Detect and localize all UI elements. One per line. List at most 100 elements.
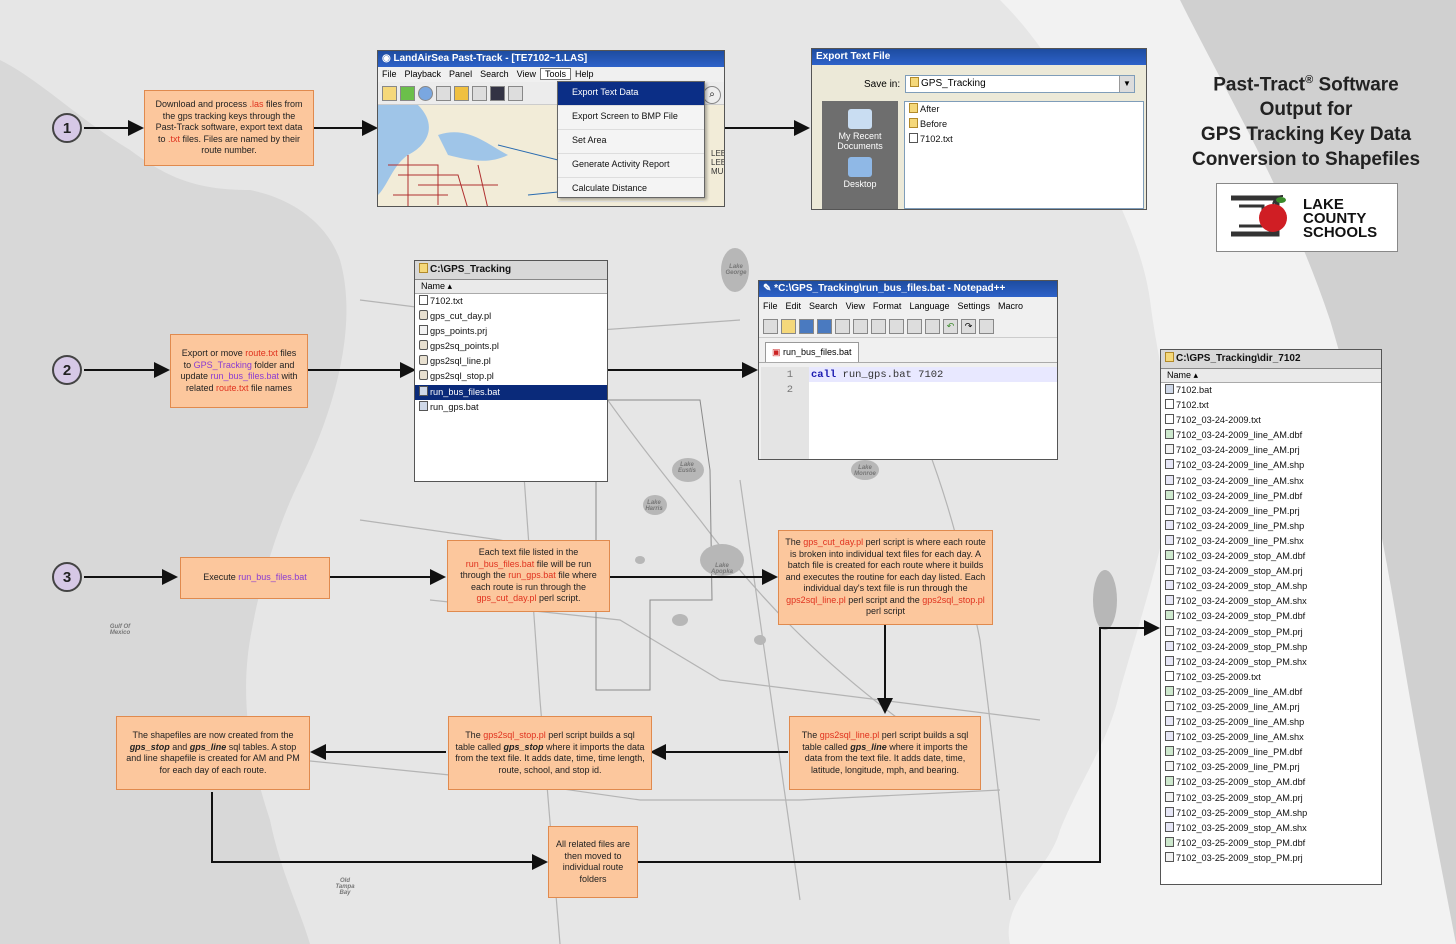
file-row[interactable]: run_gps.bat (415, 400, 607, 415)
menu-item-calculate-distance[interactable]: Calculate Distance (558, 178, 704, 202)
file-row[interactable]: 7102_03-24-2009_stop_PM.shx (1161, 655, 1381, 670)
np-menu-format[interactable]: Format (869, 301, 906, 311)
np-menu-macro[interactable]: Macro (994, 301, 1027, 311)
globe-icon[interactable] (418, 85, 433, 101)
file-row[interactable]: 7102_03-24-2009_line_AM.prj (1161, 443, 1381, 458)
open-icon[interactable] (382, 85, 397, 101)
file-row[interactable]: 7102_03-24-2009_line_PM.prj (1161, 504, 1381, 519)
menu-file[interactable]: File (378, 69, 401, 79)
download-icon[interactable] (400, 85, 415, 101)
menu-help[interactable]: Help (571, 69, 598, 79)
notepad-editor[interactable]: 1 call run_gps.bat 7102 2 (761, 367, 1057, 459)
export-item[interactable]: 7102.txt (905, 132, 1143, 147)
file-row[interactable]: 7102_03-25-2009_line_AM.dbf (1161, 685, 1381, 700)
file-row[interactable]: gps_points.prj (415, 324, 607, 339)
save-all-icon[interactable] (817, 318, 832, 334)
file-row[interactable]: 7102_03-24-2009_line_PM.shx (1161, 534, 1381, 549)
dir-name-column-header[interactable]: Name ▴ (1161, 369, 1381, 383)
place-desktop[interactable]: Desktop (822, 179, 898, 189)
export-item[interactable]: Before (905, 117, 1143, 132)
file-row[interactable]: 7102_03-24-2009.txt (1161, 413, 1381, 428)
recent-docs-icon[interactable] (848, 109, 872, 129)
np-menu-view[interactable]: View (842, 301, 869, 311)
save-icon[interactable] (490, 85, 505, 101)
file-row[interactable]: 7102_03-25-2009_stop_PM.dbf (1161, 836, 1381, 851)
file-row[interactable]: 7102_03-24-2009_stop_PM.dbf (1161, 609, 1381, 624)
file-row[interactable]: 7102.bat (1161, 383, 1381, 398)
np-menu-settings[interactable]: Settings (953, 301, 994, 311)
np-menu-language[interactable]: Language (905, 301, 953, 311)
file-row[interactable]: 7102_03-25-2009_line_AM.prj (1161, 700, 1381, 715)
new-icon[interactable] (763, 318, 778, 334)
list-icon[interactable] (436, 85, 451, 101)
close-all-icon[interactable] (853, 318, 868, 334)
file-name: 7102_03-25-2009_stop_AM.shp (1176, 807, 1308, 818)
file-name: 7102_03-25-2009_stop_PM.prj (1176, 852, 1303, 863)
file-row[interactable]: 7102_03-24-2009_stop_AM.shx (1161, 594, 1381, 609)
menu-item-activity-report[interactable]: Generate Activity Report (558, 154, 704, 178)
file-row[interactable]: 7102_03-25-2009_stop_PM.prj (1161, 851, 1381, 866)
file-row[interactable]: gps2sql_stop.pl (415, 369, 607, 384)
file-row[interactable]: 7102_03-24-2009_stop_AM.dbf (1161, 549, 1381, 564)
export-item[interactable]: After (905, 102, 1143, 117)
dir-7102-explorer: C:\GPS_Tracking\dir_7102 Name ▴ 7102.bat… (1160, 349, 1382, 885)
file-row[interactable]: 7102_03-24-2009_line_AM.shx (1161, 474, 1381, 489)
menu-view[interactable]: View (513, 69, 540, 79)
close-icon[interactable] (835, 318, 850, 334)
file-row[interactable]: 7102.txt (1161, 398, 1381, 413)
file-row[interactable]: 7102_03-25-2009_line_AM.shx (1161, 730, 1381, 745)
file-row[interactable]: 7102_03-25-2009_stop_AM.dbf (1161, 775, 1381, 790)
route-icon[interactable] (472, 85, 487, 101)
menu-panel[interactable]: Panel (445, 69, 476, 79)
file-row[interactable]: 7102_03-24-2009_stop_PM.shp (1161, 640, 1381, 655)
print-icon[interactable] (508, 85, 523, 101)
file-row[interactable]: gps2sq_points.pl (415, 339, 607, 354)
file-row[interactable]: 7102_03-24-2009_line_AM.shp (1161, 458, 1381, 473)
menu-tools[interactable]: Tools (539, 68, 571, 80)
file-row[interactable]: 7102_03-25-2009.txt (1161, 670, 1381, 685)
file-row[interactable]: 7102_03-25-2009_stop_AM.shx (1161, 821, 1381, 836)
file-row[interactable]: 7102_03-25-2009_line_AM.shp (1161, 715, 1381, 730)
code-line-1: 1 call run_gps.bat 7102 (786, 369, 944, 381)
file-row[interactable]: gps_cut_day.pl (415, 309, 607, 324)
menu-item-export-text-data[interactable]: Export Text Data (558, 82, 704, 106)
perl-script-icon (419, 355, 428, 366)
np-menu-edit[interactable]: Edit (782, 301, 806, 311)
find-icon[interactable] (979, 318, 994, 334)
menu-playback[interactable]: Playback (401, 69, 446, 79)
tab-run-bus-files[interactable]: ▣ run_bus_files.bat (765, 342, 859, 362)
file-row[interactable]: run_bus_files.bat (415, 384, 607, 400)
open-icon[interactable] (781, 318, 796, 334)
file-row[interactable]: 7102_03-25-2009_line_PM.prj (1161, 760, 1381, 775)
menu-item-export-bmp[interactable]: Export Screen to BMP File (558, 106, 704, 130)
save-icon[interactable] (799, 318, 814, 334)
print-icon[interactable] (871, 318, 886, 334)
name-column-header[interactable]: Name ▴ (415, 280, 607, 294)
np-menu-file[interactable]: File (759, 301, 782, 311)
paste-icon[interactable] (925, 318, 940, 334)
undo-icon[interactable]: ↶ (943, 318, 958, 334)
desktop-icon[interactable] (848, 157, 872, 177)
file-row[interactable]: 7102_03-24-2009_line_PM.dbf (1161, 489, 1381, 504)
menu-item-set-area[interactable]: Set Area (558, 130, 704, 154)
cut-icon[interactable] (889, 318, 904, 334)
file-row[interactable]: 7102_03-24-2009_stop_AM.shp (1161, 579, 1381, 594)
file-row[interactable]: 7102_03-24-2009_line_PM.shp (1161, 519, 1381, 534)
file-row[interactable]: gps2sql_line.pl (415, 354, 607, 369)
copy-icon[interactable] (907, 318, 922, 334)
np-menu-search[interactable]: Search (805, 301, 842, 311)
file-row[interactable]: 7102_03-24-2009_stop_PM.prj (1161, 625, 1381, 640)
file-row[interactable]: 7102_03-25-2009_line_PM.dbf (1161, 745, 1381, 760)
redo-icon[interactable]: ↷ (961, 318, 976, 334)
file-row[interactable]: 7102_03-24-2009_line_AM.dbf (1161, 428, 1381, 443)
file-row[interactable]: 7102_03-25-2009_stop_AM.shp (1161, 806, 1381, 821)
menu-search[interactable]: Search (476, 69, 513, 79)
file-row[interactable]: 7102_03-24-2009_stop_AM.prj (1161, 564, 1381, 579)
chevron-down-icon[interactable]: ▼ (1119, 76, 1134, 92)
area-icon[interactable] (454, 85, 469, 101)
zoom-icon[interactable]: ⌕ (703, 86, 721, 104)
place-recent[interactable]: My Recent Documents (822, 131, 898, 151)
file-row[interactable]: 7102_03-25-2009_stop_AM.prj (1161, 791, 1381, 806)
savein-select[interactable]: GPS_Tracking ▼ (905, 75, 1135, 93)
file-row[interactable]: 7102.txt (415, 294, 607, 309)
